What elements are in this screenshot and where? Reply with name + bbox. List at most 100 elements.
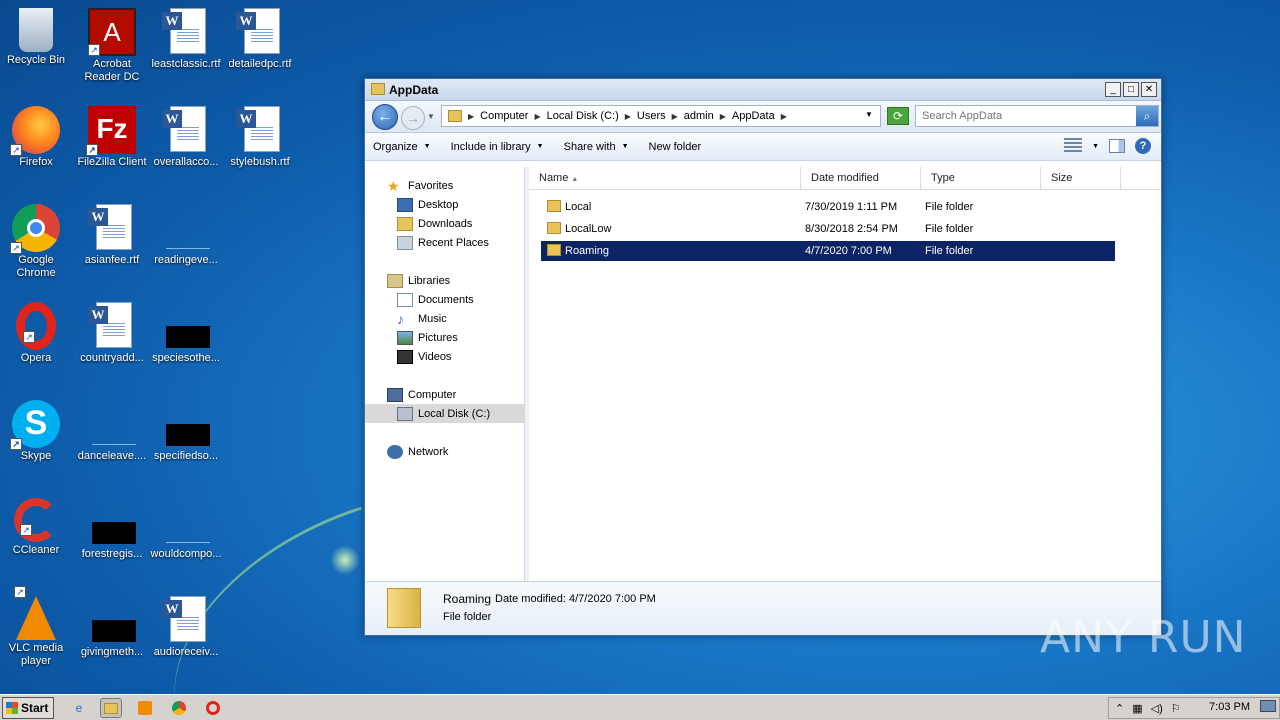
desktop-icon-forestregis[interactable]: forestregis... xyxy=(76,492,148,582)
new-folder-button[interactable]: New folder xyxy=(649,141,702,153)
nav-documents[interactable]: Documents xyxy=(365,290,525,309)
file-row-local[interactable]: Local 7/30/2019 1:11 PM File folder xyxy=(541,197,1115,217)
nav-music[interactable]: ♪ Music xyxy=(365,309,525,328)
media-player-icon[interactable] xyxy=(134,698,156,718)
nav-desktop[interactable]: Desktop xyxy=(365,195,525,214)
folder-icon xyxy=(387,588,421,628)
folder-icon xyxy=(371,83,385,95)
desktop-icon-detailedpc[interactable]: W detailedpc.rtf xyxy=(224,2,296,92)
explorer-body: ★ Favorites Desktop Downloads Recent Plac… xyxy=(365,167,1161,581)
search-input[interactable] xyxy=(916,106,1132,126)
file-row-roaming[interactable]: Roaming 4/7/2020 7:00 PM File folder xyxy=(541,241,1115,261)
breadcrumb-appdata[interactable]: AppData xyxy=(732,110,775,122)
preview-pane-icon[interactable] xyxy=(1109,139,1125,153)
breadcrumb[interactable]: ▶ Computer ▶ Local Disk (C:) ▶ Users ▶ admi… xyxy=(441,105,881,127)
search-icon[interactable]: ⌕ xyxy=(1136,106,1158,126)
chevron-right-icon[interactable]: ▶ xyxy=(781,112,787,121)
chevron-right-icon[interactable]: ▶ xyxy=(672,112,678,121)
action-center-flag-icon[interactable]: ⚐ xyxy=(1171,702,1181,715)
desktop-icon-firefox[interactable]: ↗ Firefox xyxy=(0,100,72,190)
nav-computer[interactable]: Computer xyxy=(365,385,525,404)
chevron-right-icon[interactable]: ▶ xyxy=(468,112,474,121)
skype-icon: S ↗ xyxy=(10,400,60,450)
videos-icon xyxy=(397,349,413,364)
forward-button[interactable]: → xyxy=(401,106,425,130)
close-button[interactable]: ✕ xyxy=(1141,82,1157,97)
chevron-down-icon[interactable]: ▼ xyxy=(865,110,873,119)
nav-local-disk[interactable]: Local Disk (C:) xyxy=(365,404,525,423)
back-button[interactable]: ← xyxy=(372,104,398,130)
chevron-right-icon[interactable]: ▶ xyxy=(534,112,540,121)
word-document-icon: W xyxy=(162,596,210,644)
title-bar[interactable]: AppData _ □ ✕ xyxy=(365,79,1161,101)
nav-pictures[interactable]: Pictures xyxy=(365,328,525,347)
organize-button[interactable]: Organize ▼ xyxy=(373,141,431,153)
folder-icon xyxy=(547,200,561,212)
word-document-icon: W xyxy=(236,8,284,56)
file-row-locallow[interactable]: LocalLow 8/30/2018 2:54 PM File folder xyxy=(541,219,1115,239)
desktop-icon-filezilla[interactable]: Fz ↗ FileZilla Client xyxy=(76,100,148,190)
show-desktop-button[interactable] xyxy=(1260,700,1276,712)
blank-file-icon xyxy=(162,498,210,546)
desktop-icon-countryadd[interactable]: W countryadd... xyxy=(76,296,148,386)
share-with-button[interactable]: Share with ▼ xyxy=(564,141,629,153)
breadcrumb-users[interactable]: Users xyxy=(637,110,666,122)
chevron-right-icon[interactable]: ▶ xyxy=(625,112,631,121)
maximize-button[interactable]: □ xyxy=(1123,82,1139,97)
desktop-icon-givingmeth[interactable]: givingmeth... xyxy=(76,590,148,680)
desktop-icon-leastclassic[interactable]: W leastclassic.rtf xyxy=(150,2,222,92)
navigation-pane: ★ Favorites Desktop Downloads Recent Plac… xyxy=(365,167,525,581)
include-in-library-button[interactable]: Include in library ▼ xyxy=(451,141,544,153)
desktop-icon-acrobat[interactable]: A ↗ Acrobat Reader DC xyxy=(76,2,148,92)
chevron-down-icon[interactable]: ▼ xyxy=(1092,143,1099,150)
column-type[interactable]: Type xyxy=(921,167,1041,190)
help-icon[interactable]: ? xyxy=(1135,138,1151,154)
breadcrumb-computer[interactable]: Computer xyxy=(480,110,528,122)
opera-icon[interactable] xyxy=(202,698,224,718)
chrome-icon[interactable] xyxy=(168,698,190,718)
desktop-icon-recycle-bin[interactable]: Recycle Bin xyxy=(0,2,72,92)
column-date-modified[interactable]: Date modified xyxy=(801,167,921,190)
command-bar: Organize ▼ Include in library ▼ Share with… xyxy=(365,133,1161,161)
recent-pages-dropdown[interactable]: ▼ xyxy=(427,112,435,121)
desktop-icon-opera[interactable]: ↗ Opera xyxy=(0,296,72,386)
nav-downloads[interactable]: Downloads xyxy=(365,214,525,233)
nav-network[interactable]: Network xyxy=(365,442,525,461)
desktop-icon-chrome[interactable]: ↗ Google Chrome xyxy=(0,198,72,288)
desktop-icon-danceleave[interactable]: danceleave.... xyxy=(76,394,148,484)
chevron-right-icon[interactable]: ▶ xyxy=(720,112,726,121)
desktop-icon-asianfee[interactable]: W asianfee.rtf xyxy=(76,198,148,288)
clock[interactable]: 7:03 PM xyxy=(1209,701,1250,713)
network-status-icon[interactable]: ▦ xyxy=(1132,702,1142,715)
breadcrumb-local-disk[interactable]: Local Disk (C:) xyxy=(547,110,619,122)
nav-videos[interactable]: Videos xyxy=(365,347,525,366)
nav-libraries[interactable]: Libraries xyxy=(365,271,525,290)
drive-icon xyxy=(397,406,413,421)
column-name[interactable]: Name ▲ xyxy=(529,167,801,190)
volume-icon[interactable]: ◁) xyxy=(1151,702,1163,715)
desktop-icon-stylebush[interactable]: W stylebush.rtf xyxy=(224,100,296,190)
desktop-icon-specifiedso[interactable]: specifiedso... xyxy=(150,394,222,484)
start-button[interactable]: Start xyxy=(2,697,54,719)
change-view-icon[interactable] xyxy=(1064,138,1083,154)
desktop-icon-overallacco[interactable]: W overallacco... xyxy=(150,100,222,190)
window-title: AppData xyxy=(389,83,439,97)
column-size[interactable]: Size xyxy=(1041,167,1121,190)
minimize-button[interactable]: _ xyxy=(1105,82,1121,97)
desktop-icon-vlc[interactable]: ↗ VLC media player xyxy=(0,586,72,680)
show-hidden-icons-icon[interactable]: ⌃ xyxy=(1115,702,1124,715)
desktop-icon-readingeve[interactable]: readingeve... xyxy=(150,198,222,288)
desktop-icon-speciesothe[interactable]: speciesothe... xyxy=(150,296,222,386)
nav-favorites[interactable]: ★ Favorites xyxy=(365,176,525,195)
desktop-icon-ccleaner[interactable]: ↗ CCleaner xyxy=(0,492,72,582)
desktop-icon-skype[interactable]: S ↗ Skype xyxy=(0,394,72,484)
desktop-icon-wouldcompo[interactable]: wouldcompo... xyxy=(150,492,222,582)
folder-icon xyxy=(448,110,462,122)
refresh-button[interactable]: ⟳ xyxy=(887,107,909,125)
internet-explorer-icon[interactable]: e xyxy=(68,698,90,718)
nav-recent-places[interactable]: Recent Places xyxy=(365,233,525,252)
documents-icon xyxy=(397,292,413,307)
explorer-taskbar-button[interactable] xyxy=(100,698,122,718)
breadcrumb-admin[interactable]: admin xyxy=(684,110,714,122)
desktop-icon-audioreceiv[interactable]: W audioreceiv... xyxy=(150,590,222,680)
